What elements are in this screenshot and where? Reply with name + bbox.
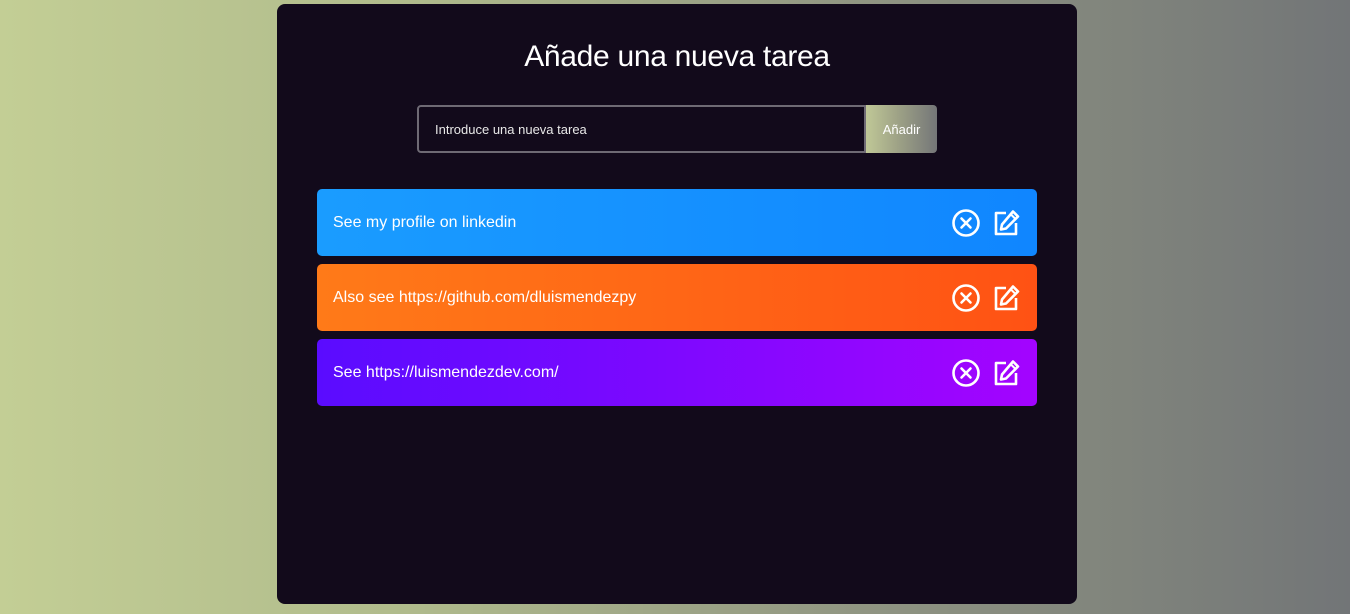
todo-item: See my profile on linkedin xyxy=(317,189,1037,256)
todo-item-actions xyxy=(951,358,1021,388)
todo-item-text[interactable]: See https://luismendezdev.com/ xyxy=(333,364,559,382)
todo-form: Añadir xyxy=(417,105,937,153)
close-circle-icon[interactable] xyxy=(951,358,981,388)
todo-item: See https://luismendezdev.com/ xyxy=(317,339,1037,406)
close-circle-icon[interactable] xyxy=(951,283,981,313)
todo-item-actions xyxy=(951,283,1021,313)
page-title: Añade una nueva tarea xyxy=(524,40,830,73)
todo-item-text[interactable]: See my profile on linkedin xyxy=(333,214,516,232)
edit-icon[interactable] xyxy=(991,358,1021,388)
todo-item-text[interactable]: Also see https://github.com/dluismendezp… xyxy=(333,289,636,307)
todo-app: Añade una nueva tarea Añadir See my prof… xyxy=(277,4,1077,604)
add-button[interactable]: Añadir xyxy=(866,105,937,153)
todo-item-actions xyxy=(951,208,1021,238)
edit-icon[interactable] xyxy=(991,283,1021,313)
todo-list: See my profile on linkedin Also see http… xyxy=(317,189,1037,414)
todo-item: Also see https://github.com/dluismendezp… xyxy=(317,264,1037,331)
todo-input[interactable] xyxy=(417,105,866,153)
close-circle-icon[interactable] xyxy=(951,208,981,238)
edit-icon[interactable] xyxy=(991,208,1021,238)
